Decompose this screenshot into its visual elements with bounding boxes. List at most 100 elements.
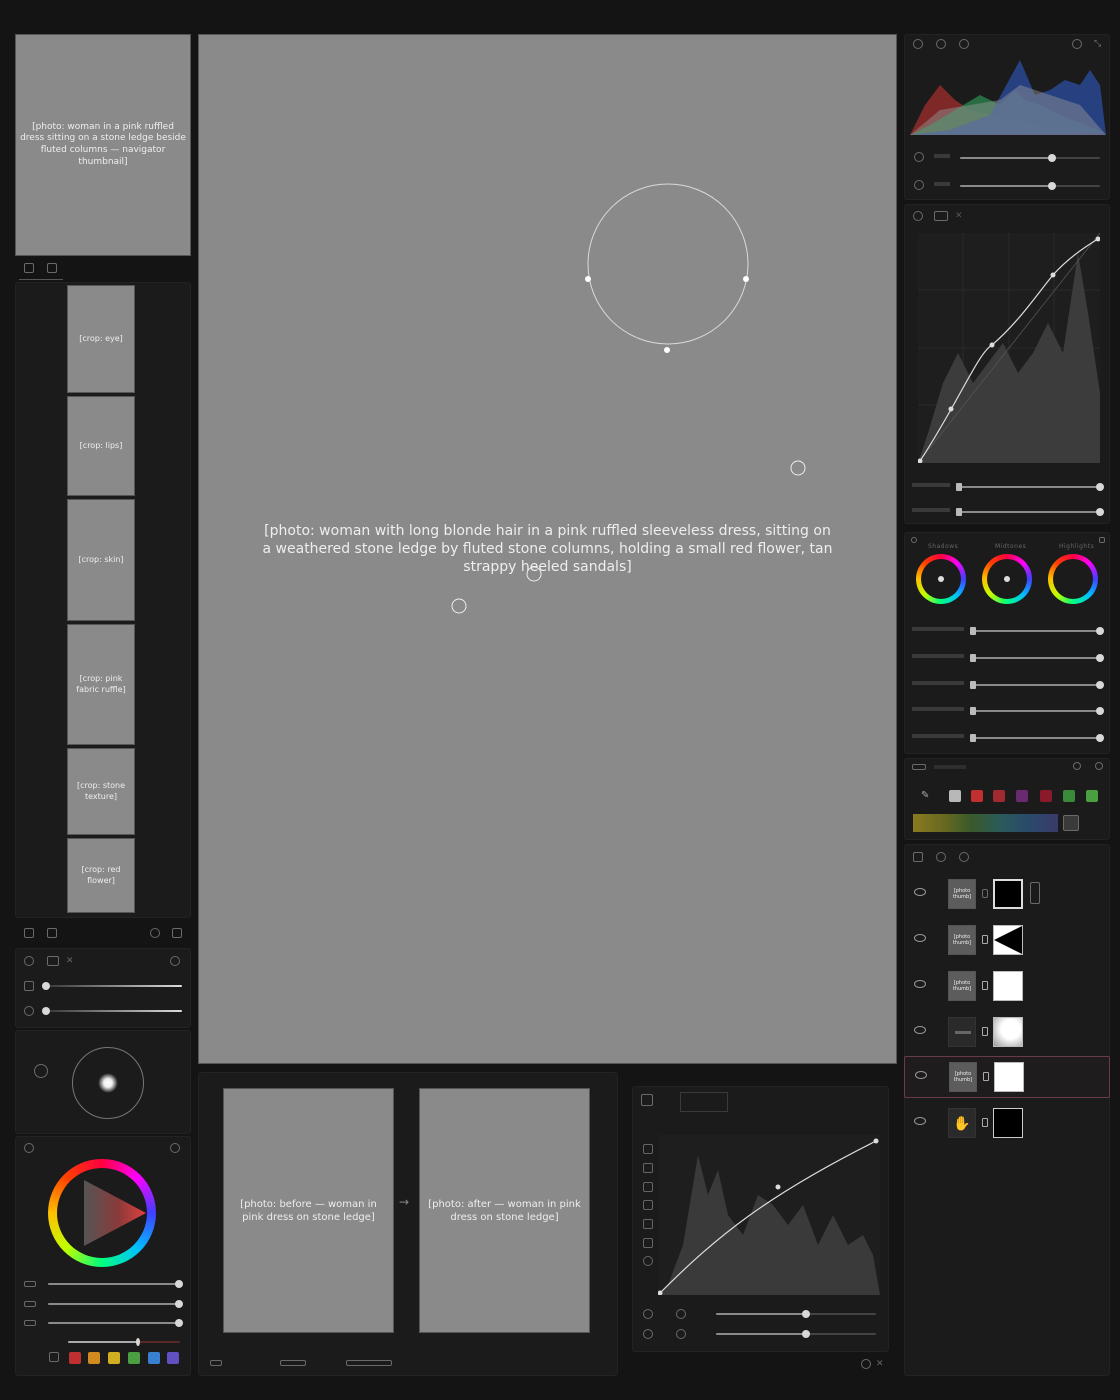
add-icon[interactable] <box>170 1143 180 1153</box>
grading-slider-3[interactable] <box>970 681 1104 689</box>
swatch-6[interactable] <box>1063 790 1075 802</box>
bottom-swatch-3[interactable] <box>108 1352 120 1364</box>
after-photo[interactable]: [photo: after — woman in pink dress on s… <box>419 1088 590 1333</box>
swatch-7[interactable] <box>1086 790 1098 802</box>
tool-add-point-icon[interactable] <box>643 1144 653 1154</box>
histogram-icon[interactable] <box>913 39 923 49</box>
before-photo[interactable]: [photo: before — woman in pink dress on … <box>223 1088 394 1333</box>
brush-icon[interactable] <box>47 928 57 938</box>
wand-icon[interactable] <box>1063 815 1079 831</box>
swatches-menu-icon[interactable] <box>912 764 926 770</box>
curves-slider-2[interactable] <box>956 508 1104 516</box>
eyedropper-icon[interactable] <box>49 1352 59 1362</box>
layer-mask[interactable] <box>993 1017 1023 1047</box>
layer-row[interactable]: [photo thumb] <box>904 874 1110 914</box>
radial-mask-handle[interactable] <box>664 347 670 353</box>
layer-mask[interactable] <box>994 1062 1024 1092</box>
eraser-icon[interactable] <box>24 928 34 938</box>
detail-crop-skin[interactable]: [crop: skin] <box>67 499 135 621</box>
link-icon[interactable] <box>983 1072 989 1081</box>
layer-row-selected[interactable]: [photo thumb] <box>904 1056 1110 1098</box>
curves-mode-icon[interactable] <box>913 211 923 221</box>
bottom-swatch-1[interactable] <box>69 1352 81 1364</box>
add-icon[interactable] <box>24 956 34 966</box>
radial-mask-handle[interactable] <box>743 276 749 282</box>
highlights-wheel[interactable] <box>1048 554 1098 604</box>
histogram-slider-2[interactable] <box>960 182 1100 190</box>
bottom-curve-slider-1[interactable] <box>716 1310 876 1318</box>
layers-icon[interactable] <box>913 852 923 862</box>
delete-icon[interactable] <box>172 928 182 938</box>
bottom-swatch-5[interactable] <box>148 1352 160 1364</box>
detail-crop-eye[interactable]: [crop: eye] <box>67 285 135 393</box>
tool-line-icon[interactable] <box>643 1163 653 1173</box>
mask-options-icon[interactable] <box>1030 882 1040 904</box>
bottom-swatch-4[interactable] <box>128 1352 140 1364</box>
layer-row[interactable] <box>904 1012 1110 1052</box>
grading-slider-2[interactable] <box>970 654 1104 662</box>
grading-slider-1[interactable] <box>970 627 1104 635</box>
left-tone-slider-1[interactable] <box>42 982 182 990</box>
radial-mask-handle[interactable] <box>585 276 591 282</box>
detail-crop-lips[interactable]: [crop: lips] <box>67 396 135 496</box>
channel-icon[interactable] <box>643 1309 653 1319</box>
color-gradient-bar[interactable] <box>913 814 1058 832</box>
left-color-slider-1[interactable] <box>48 1280 183 1288</box>
crop-icon[interactable] <box>47 263 57 273</box>
brush-settings-icon[interactable] <box>34 1064 48 1078</box>
color-mode-icon[interactable] <box>24 1143 34 1153</box>
opacity-slider[interactable] <box>68 1338 180 1346</box>
swatch-1[interactable] <box>949 790 961 802</box>
eye-icon[interactable] <box>914 934 926 942</box>
adjustment-pin[interactable] <box>526 566 542 582</box>
close-icon[interactable]: ✕ <box>876 1359 886 1369</box>
close-icon[interactable]: ✕ <box>66 956 76 966</box>
channel-icon[interactable] <box>676 1329 686 1339</box>
detail-crop-flower[interactable]: [crop: red flower] <box>67 838 135 913</box>
eyedropper-icon[interactable]: ✎ <box>921 790 933 802</box>
curves-channel-icon[interactable] <box>934 211 948 221</box>
swatch-3[interactable] <box>993 790 1005 802</box>
eye-icon[interactable] <box>914 1117 926 1125</box>
swatch-4[interactable] <box>1016 790 1028 802</box>
eye-icon[interactable] <box>915 1071 927 1079</box>
tool-curve-icon[interactable] <box>643 1182 653 1192</box>
sync-icon[interactable] <box>861 1359 871 1369</box>
tool-pen-icon[interactable] <box>643 1200 653 1210</box>
camera-icon[interactable] <box>959 39 969 49</box>
eye-icon[interactable] <box>914 888 926 896</box>
swatch-5[interactable] <box>1040 790 1052 802</box>
channel-icon[interactable] <box>676 1309 686 1319</box>
target-icon[interactable] <box>936 39 946 49</box>
layer-row[interactable]: [photo thumb] <box>904 920 1110 960</box>
bottom-swatch-2[interactable] <box>88 1352 100 1364</box>
adjustment-pin[interactable] <box>790 460 806 476</box>
reset-icon[interactable] <box>1072 39 1082 49</box>
histogram-slider-1[interactable] <box>960 154 1100 162</box>
tool-pencil-icon[interactable] <box>643 1219 653 1229</box>
link-icon[interactable] <box>982 935 988 944</box>
bottom-swatch-6[interactable] <box>167 1352 179 1364</box>
grading-slider-5[interactable] <box>970 734 1104 742</box>
link-icon[interactable] <box>982 889 988 898</box>
link-icon[interactable] <box>982 1118 988 1127</box>
grading-icon[interactable] <box>911 537 917 543</box>
channel-icon[interactable] <box>643 1329 653 1339</box>
grading-more-icon[interactable] <box>1099 537 1105 543</box>
curves-graph[interactable] <box>918 233 1100 463</box>
lock-icon[interactable] <box>641 1094 653 1106</box>
expand-icon[interactable]: ⤡ <box>1094 39 1104 49</box>
left-color-slider-2[interactable] <box>48 1300 183 1308</box>
eye-icon[interactable] <box>914 980 926 988</box>
highlight-clip-icon[interactable] <box>914 180 924 190</box>
detail-crop-fabric[interactable]: [crop: pink fabric ruffle] <box>67 624 135 745</box>
left-color-slider-3[interactable] <box>48 1319 183 1327</box>
tool-target-icon[interactable] <box>643 1256 653 1266</box>
navigator-thumbnail[interactable]: [photo: woman in a pink ruffled dress si… <box>15 34 191 256</box>
detail-crop-stone[interactable]: [crop: stone texture] <box>67 748 135 835</box>
link-icon[interactable] <box>982 1027 988 1036</box>
link-icon[interactable] <box>982 981 988 990</box>
layer-row[interactable]: [photo thumb] <box>904 966 1110 1006</box>
layer-mask[interactable] <box>993 925 1023 955</box>
eye-icon[interactable] <box>914 1026 926 1034</box>
